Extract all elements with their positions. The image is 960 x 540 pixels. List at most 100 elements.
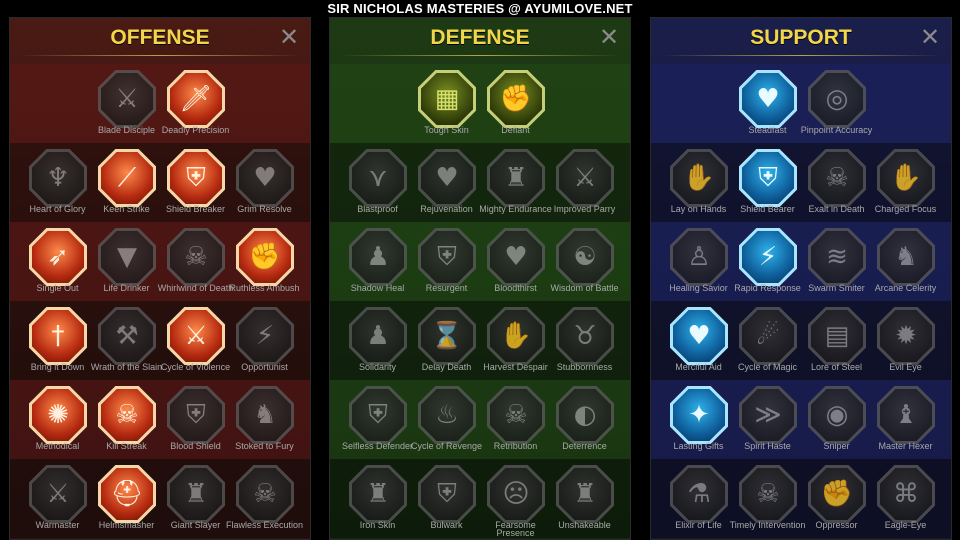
mastery-node[interactable]: ☠ Timely Intervention [730,461,805,539]
mastery-node[interactable]: ✊ Ruthless Ambush [229,224,300,303]
mastery-node[interactable]: ✊ Oppressor [802,461,871,539]
mastery-frame-inner: ◉ [811,389,863,441]
mastery-node[interactable]: ◐ Deterrence [550,382,619,461]
mastery-node[interactable]: ☠ Kill Streak [92,382,161,461]
mastery-node[interactable]: ✹ Evil Eye [871,303,940,382]
defender-icon: ⛨ [368,399,388,430]
mastery-node[interactable]: ✋ Lay on Hands [664,145,733,224]
mastery-node[interactable]: ⚔ Blade Disciple [92,66,161,145]
mastery-frame: ♜ [167,465,225,523]
mastery-node[interactable]: ⚒ Wrath of the Slain [91,303,162,382]
mastery-node[interactable]: ♙ Healing Savior [664,224,733,303]
dark-heart-icon: ♥ [253,163,277,193]
mastery-node[interactable]: ♆ Heart of Glory [23,145,92,224]
mastery-frame-inner: ☯ [559,231,611,283]
mastery-node[interactable]: ♥ Grim Resolve [230,145,299,224]
mastery-node[interactable]: ⚔ Improved Parry [550,145,619,224]
mastery-node[interactable]: ➶ Single Out [23,224,92,303]
mastery-frame: ⟋ [98,149,156,207]
mastery-node[interactable]: † Bring it Down [23,303,92,382]
mastery-node[interactable]: ⌛ Delay Death [412,303,481,382]
mastery-node[interactable]: ♥ Steadfast [733,66,802,145]
mastery-node[interactable]: ♥ Bloodthirst [481,224,550,303]
scales-icon: ▦ [434,84,460,114]
skull-icon: ☠ [115,400,139,430]
mastery-label: Ruthless Ambush [229,283,300,293]
mastery-node[interactable]: ⛨ Shield Bearer [733,145,802,224]
mastery-frame: ≋ [808,228,866,286]
mastery-frame: ♥ [670,307,728,365]
mastery-node[interactable]: ▼ Life Drinker [92,224,161,303]
mastery-node[interactable]: ⛨ Resurgent [412,224,481,303]
close-icon[interactable]: ✕ [278,26,300,50]
mastery-node[interactable]: ⛑ Helmsmasher [92,461,161,539]
mastery-node[interactable]: ♉ Stubbornness [550,303,619,382]
mastery-node[interactable]: ♥ Rejuvenation [412,145,481,224]
charged-hand-icon: ✋ [889,163,923,193]
mastery-node[interactable]: ▦ Tough Skin [412,66,481,145]
mastery-node[interactable]: 🗡 Deadly Precision [161,66,230,145]
mastery-node[interactable]: ⛨ Shield Breaker [161,145,230,224]
mastery-frame-inner: ✹ [880,310,932,362]
close-icon[interactable]: ✕ [919,26,941,50]
mastery-node[interactable]: ☹ Fearsome Presence [481,461,550,539]
mastery-node[interactable]: ♞ Arcane Celerity [871,224,940,303]
mastery-node[interactable]: ⛨ Bulwark [412,461,481,539]
mastery-node[interactable]: ⛨ Blood Shield [161,382,230,461]
mastery-frame: ☠ [167,228,225,286]
mastery-frame: ⛨ [418,228,476,286]
mastery-node[interactable]: ☯ Wisdom of Battle [550,224,619,303]
mastery-node[interactable]: ✊ Defiant [481,66,550,145]
mastery-node[interactable]: ◉ Sniper [802,382,871,461]
executioner-icon: ☠ [253,479,277,509]
mastery-node[interactable]: ☠ Exalt in Death [802,145,871,224]
mastery-frame: ✋ [487,307,545,365]
mastery-node[interactable]: ♜ Unshakeable [550,461,619,539]
mastery-node[interactable]: ✺ Methodical [23,382,92,461]
mastery-frame-inner: ⚔ [101,73,153,125]
mastery-node[interactable]: ▤ Lore of Steel [802,303,871,382]
mastery-node[interactable]: ⚡ Opportunist [230,303,299,382]
mastery-node[interactable]: ☄ Cycle of Magic [733,303,802,382]
mastery-node[interactable]: ⚗ Elixir of Life [664,461,733,539]
mastery-node[interactable]: ⋎ Blastproof [343,145,412,224]
mastery-node[interactable]: ♜ Iron Skin [343,461,412,539]
mastery-node[interactable]: ♨ Cycle of Revenge [411,382,482,461]
mastery-node[interactable]: ☠ Whirlwind of Death [158,224,233,303]
mastery-frame-inner: ☠ [490,389,542,441]
mastery-frame-inner: ♥ [421,152,473,204]
mastery-node[interactable]: ♜ Mighty Endurance [479,145,552,224]
mastery-node[interactable]: ☠ Retribution [481,382,550,461]
mastery-frame-inner: ⚔ [32,468,84,520]
mastery-node[interactable]: ✋ Charged Focus [871,145,940,224]
close-icon[interactable]: ✕ [598,26,620,50]
mastery-node[interactable]: ⌘ Eagle-Eye [871,461,940,539]
mastery-node[interactable]: ♝ Master Hexer [871,382,940,461]
mastery-frame-inner: ⚗ [673,468,725,520]
mastery-node[interactable]: ♥ Merciful Aid [664,303,733,382]
mastery-frame: ⚔ [167,307,225,365]
mastery-label: Unshakeable [558,520,611,530]
skull-heart-icon: ♥ [504,242,528,272]
mastery-node[interactable]: ◎ Pinpoint Accuracy [801,66,872,145]
mastery-node[interactable]: ☠ Flawless Execution [226,461,303,539]
mastery-node[interactable]: ✋ Harvest Despair [481,303,550,382]
mastery-frame: ✋ [877,149,935,207]
mastery-node[interactable]: ✦ Lasting Gifts [664,382,733,461]
mastery-frame: ✊ [236,228,294,286]
mastery-node[interactable]: ♞ Stoked to Fury [230,382,299,461]
mastery-frame: ◉ [808,386,866,444]
mastery-node[interactable]: ⚔ Warmaster [23,461,92,539]
mastery-node[interactable]: ♜ Giant Slayer [161,461,230,539]
mastery-frame-inner: ➶ [32,231,84,283]
mastery-node[interactable]: ≋ Swarm Smiter [802,224,871,303]
mastery-frame-inner: ⛨ [170,389,222,441]
mastery-node[interactable]: ⚡ Rapid Response [733,224,802,303]
mastery-node[interactable]: ⛨ Selfless Defender [342,382,413,461]
mastery-node[interactable]: ♟ Shadow Heal [343,224,412,303]
mastery-node[interactable]: ⚔ Cycle of Violence [161,303,230,382]
mastery-node[interactable]: ⟋ Keen Strike [92,145,161,224]
header-divider [20,55,300,56]
mastery-node[interactable]: ≫ Spirit Haste [733,382,802,461]
mastery-node[interactable]: ♟ Solidarity [343,303,412,382]
